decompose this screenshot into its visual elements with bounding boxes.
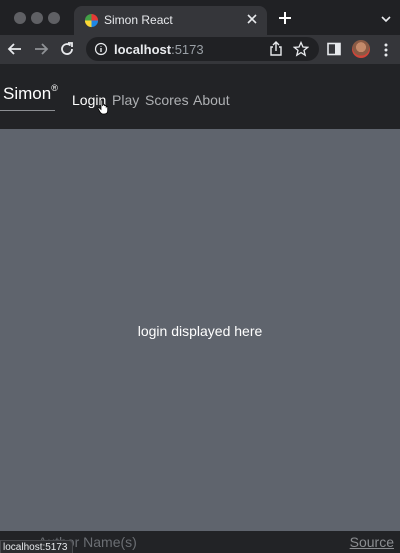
simon-favicon-icon (84, 13, 99, 28)
address-bar[interactable]: localhost:5173 (86, 37, 319, 61)
main-placeholder-text: login displayed here (137, 323, 263, 339)
share-icon[interactable] (268, 41, 284, 57)
chevron-down-icon[interactable] (380, 14, 392, 24)
nav-scores[interactable]: Scores (145, 92, 189, 108)
side-panel-icon[interactable] (327, 42, 341, 56)
hand-cursor-icon (97, 99, 109, 115)
brand-underline (0, 110, 55, 111)
url-text: localhost:5173 (114, 42, 204, 57)
main-content: login displayed here (0, 129, 400, 531)
reload-icon[interactable] (59, 41, 75, 57)
browser-tab[interactable]: Simon React (74, 6, 267, 35)
more-menu-icon[interactable] (381, 42, 391, 58)
info-icon[interactable] (94, 42, 108, 56)
new-tab-icon[interactable] (278, 11, 292, 25)
status-url-bubble: localhost:5173 (0, 540, 73, 553)
close-tab-icon[interactable] (245, 12, 259, 26)
tab-title: Simon React (104, 13, 173, 27)
source-link[interactable]: Source (350, 534, 394, 550)
registered-mark: ® (51, 83, 58, 93)
browser-tab-strip: Simon React (0, 0, 400, 35)
nav-about[interactable]: About (193, 92, 230, 108)
profile-avatar[interactable] (352, 40, 370, 58)
forward-arrow-icon[interactable] (33, 41, 49, 57)
brand-logo[interactable]: Simon® (3, 83, 58, 104)
close-window-icon[interactable] (14, 12, 26, 24)
back-arrow-icon[interactable] (7, 41, 23, 57)
nav-play[interactable]: Play (112, 92, 139, 108)
browser-toolbar: localhost:5173 (0, 35, 400, 64)
maximize-window-icon[interactable] (48, 12, 60, 24)
minimize-window-icon[interactable] (31, 12, 43, 24)
bookmark-star-icon[interactable] (293, 41, 309, 57)
